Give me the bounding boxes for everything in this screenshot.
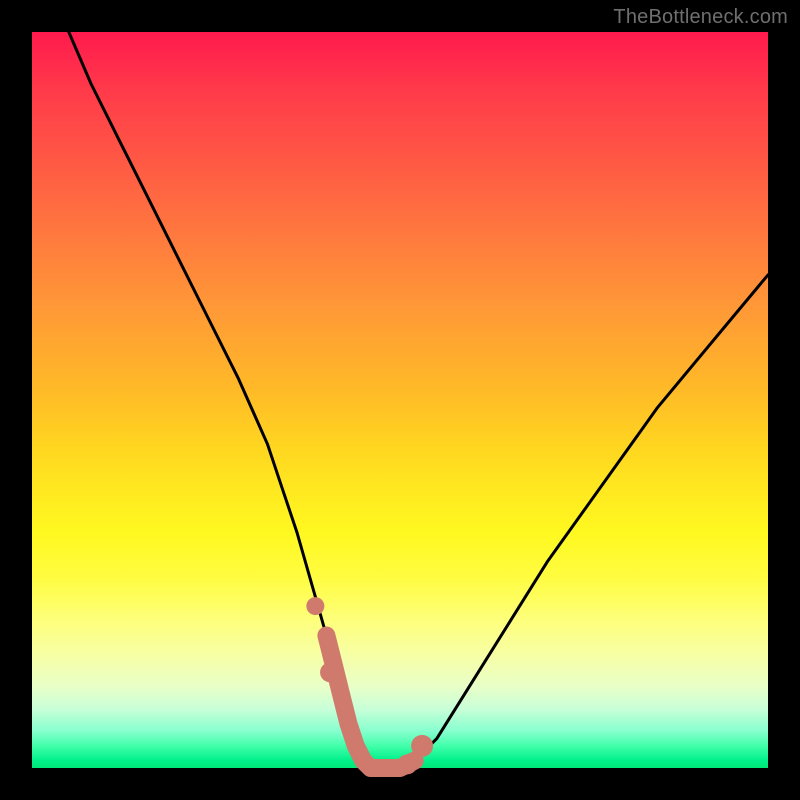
- band-endpoint: [411, 735, 433, 757]
- bottleneck-curve: [69, 32, 768, 768]
- band-endpoint: [320, 662, 340, 682]
- optimal-band: [326, 636, 414, 769]
- chart-overlay: [0, 0, 800, 800]
- watermark-text: TheBottleneck.com: [613, 6, 788, 29]
- band-endpoint: [397, 754, 417, 774]
- band-endpoint: [306, 597, 324, 615]
